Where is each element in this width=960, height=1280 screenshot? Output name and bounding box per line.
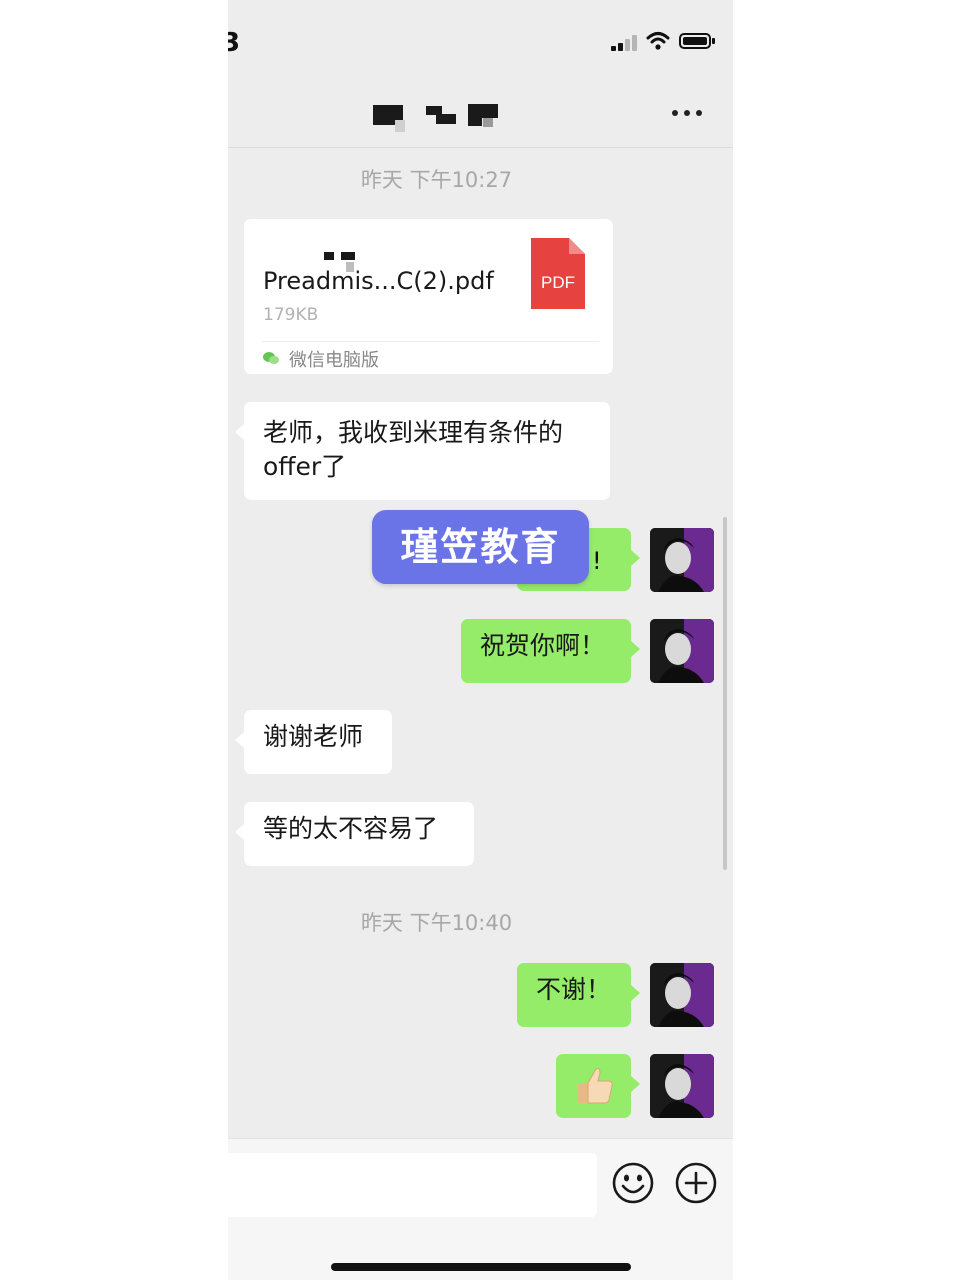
thumbs-up-icon <box>578 1068 613 1104</box>
avatar[interactable] <box>650 963 714 1027</box>
file-source-label: 微信电脑版 <box>289 350 379 371</box>
contact-name-pixelated <box>373 102 503 132</box>
more-options-button[interactable] <box>668 100 708 124</box>
status-bar: 3 <box>228 0 733 80</box>
battery-icon <box>679 33 715 49</box>
incoming-message[interactable]: 等的太不容易了 <box>235 802 474 866</box>
home-indicator[interactable] <box>331 1263 631 1271</box>
wechat-icon <box>263 352 279 364</box>
divider <box>262 341 599 342</box>
message-timestamp: 昨天 下午10:27 <box>360 168 513 192</box>
input-bar <box>228 1138 733 1280</box>
pdf-file-icon: PDF <box>531 238 585 309</box>
incoming-message[interactable]: 谢谢老师 <box>235 710 392 774</box>
pdf-label: PDF <box>541 273 575 292</box>
smiley-icon[interactable] <box>611 1161 655 1205</box>
scrollbar[interactable] <box>723 517 727 870</box>
avatar[interactable] <box>650 1054 714 1118</box>
message-input[interactable] <box>228 1153 597 1217</box>
cellular-signal-icon <box>611 35 639 51</box>
incoming-message[interactable]: 老师，我收到米理有条件的offer了 <box>235 402 610 500</box>
status-clock: 3 <box>228 28 241 58</box>
wifi-icon <box>646 32 670 50</box>
chat-header <box>228 80 733 148</box>
avatar[interactable] <box>650 619 714 683</box>
watermark-badge: 瑾笠教育 <box>372 510 589 584</box>
plus-circle-icon[interactable] <box>674 1161 718 1205</box>
file-size: 179KB <box>263 305 319 325</box>
avatar[interactable] <box>650 528 714 592</box>
partial-message-text: ! <box>592 547 602 575</box>
message-timestamp: 昨天 下午10:40 <box>360 911 513 935</box>
outgoing-message[interactable]: 不谢！ <box>517 963 640 1027</box>
outgoing-emoji-message[interactable] <box>556 1054 640 1118</box>
chat-screen: 3 昨天 下午10:27 Preadmis...C(2).pdf 179KB P… <box>228 0 733 1280</box>
file-message[interactable]: Preadmis...C(2).pdf 179KB PDF 微信电脑版 <box>244 219 613 374</box>
outgoing-message[interactable]: 祝贺你啊！ <box>461 619 640 683</box>
file-name: Preadmis...C(2).pdf <box>263 267 494 295</box>
